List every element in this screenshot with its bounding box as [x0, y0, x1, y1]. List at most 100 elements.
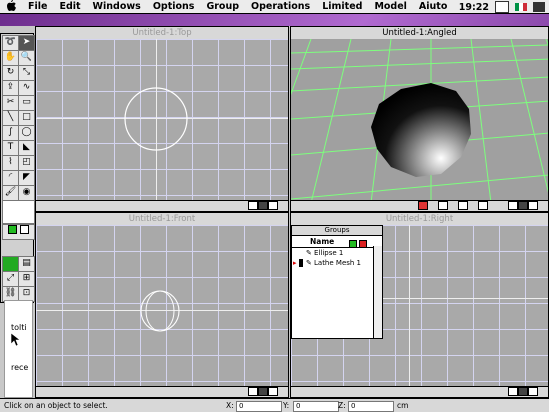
viewport-front-canvas[interactable] [36, 225, 288, 387]
lasso-tool-icon[interactable]: ➰ [2, 35, 19, 51]
menu-group[interactable]: Group [200, 1, 245, 12]
view-options-button[interactable] [528, 387, 538, 396]
group-item-lathe[interactable]: ▸ ✎ Lathe Mesh 1 [292, 258, 382, 268]
fillet-tool-icon[interactable]: ◜ [2, 170, 19, 186]
viewport-right-statusbar [291, 386, 548, 397]
rectangle-tool-icon[interactable]: □ [18, 110, 35, 126]
italy-flag-icon[interactable] [515, 3, 527, 11]
chamfer-tool-icon[interactable]: ◤ [18, 170, 35, 186]
layout-mode-icon[interactable]: ▤ [18, 256, 35, 272]
viewport-front[interactable]: Untitled-1:Front [35, 212, 289, 398]
paint-tool-icon[interactable]: 🖌 [2, 185, 19, 201]
ellipse-shape[interactable] [121, 84, 191, 154]
camera-tool-icon[interactable] [418, 201, 428, 210]
status-message: Click on an object to select. [4, 401, 108, 410]
menu-model[interactable]: Model [368, 1, 412, 12]
arrow-select-tool-icon[interactable]: ➤ [18, 35, 35, 51]
black-swatch-icon [299, 259, 303, 267]
line-tool-icon[interactable]: ╲ [2, 110, 19, 126]
view-mode-button[interactable] [248, 201, 258, 210]
unit-label: cm [397, 401, 409, 410]
align-icon[interactable]: ⊞ [18, 271, 35, 287]
menu-edit[interactable]: Edit [53, 1, 86, 12]
knife-tool-icon[interactable]: ✂ [2, 95, 19, 111]
hand-tool-icon[interactable]: ✋ [2, 50, 19, 66]
group-item-label: Ellipse 1 [314, 249, 344, 257]
view-mode-button[interactable] [248, 387, 258, 396]
pan-tool-icon[interactable] [478, 201, 488, 210]
viewport-angled-canvas[interactable] [291, 39, 548, 201]
groups-color-icon[interactable] [349, 240, 357, 248]
groups-header: Name [292, 236, 382, 248]
camera-tool-icon[interactable]: ◉ [18, 185, 35, 201]
y-field[interactable]: 0 [293, 401, 339, 412]
menu-file[interactable]: File [22, 1, 53, 12]
zoom-tool-icon[interactable] [438, 201, 448, 210]
perspective-grid [291, 39, 548, 201]
view-options-button[interactable] [268, 387, 278, 396]
app-icon[interactable] [495, 1, 509, 13]
render-mode-button[interactable] [518, 387, 528, 396]
viewport-top-canvas[interactable] [36, 39, 288, 201]
shading-mode-icon[interactable] [2, 256, 19, 272]
x-field[interactable]: 0 [236, 401, 282, 412]
sidebar-text-line1: tolti [11, 323, 27, 332]
polygon-tool-icon[interactable]: ◣ [18, 140, 35, 156]
x-label: X: [226, 401, 234, 410]
menu-limited[interactable]: Limited [316, 1, 368, 12]
view-mode-button[interactable] [508, 387, 518, 396]
groups-panel[interactable]: Groups Name ✎ Ellipse 1 ▸ ✎ Lathe Mesh 1 [291, 225, 383, 339]
menu-aiuto[interactable]: Aiuto [413, 1, 453, 12]
ellipse-tool-icon[interactable]: ◯ [18, 125, 35, 141]
sidebar-text-line2: rece [11, 363, 29, 372]
rotate-tool-icon[interactable]: ↻ [2, 65, 19, 81]
mouse-cursor-icon [11, 333, 21, 347]
menu-bar: File Edit Windows Options Group Operatio… [0, 0, 549, 14]
view-options-button[interactable] [528, 201, 538, 210]
render-buttons[interactable] [2, 224, 35, 240]
text-tool-icon[interactable]: T [2, 140, 19, 156]
pencil-icon: ✎ [306, 259, 312, 267]
application-menu-icon[interactable] [533, 2, 545, 12]
view-mode-button[interactable] [508, 201, 518, 210]
spline-tool-icon[interactable]: ∫ [2, 125, 19, 141]
group-item-ellipse[interactable]: ✎ Ellipse 1 [292, 248, 382, 258]
render-mode-button[interactable] [258, 387, 268, 396]
menu-windows[interactable]: Windows [87, 1, 147, 12]
lathe-mesh-object[interactable] [371, 83, 471, 177]
color-swatch[interactable] [2, 200, 35, 224]
sidebar-text-panel: tolti rece [4, 300, 33, 398]
viewport-angled-statusbar [291, 200, 548, 211]
transform-icon[interactable]: ⤢ [2, 271, 19, 287]
orbit-tool-icon[interactable] [458, 201, 468, 210]
render-mode-button[interactable] [258, 201, 268, 210]
scale-tool-icon[interactable]: ⤡ [18, 65, 35, 81]
menubar-clock[interactable]: 19:22 [459, 2, 489, 13]
groups-scrollbar[interactable] [373, 246, 382, 338]
mesh-tool-icon[interactable]: ◰ [18, 155, 35, 171]
menu-operations[interactable]: Operations [245, 1, 316, 12]
apple-icon[interactable] [0, 0, 22, 14]
view-options-button[interactable] [268, 201, 278, 210]
box-tool-icon[interactable]: ▭ [18, 95, 35, 111]
extrude-tool-icon[interactable]: ⇪ [2, 80, 19, 96]
groups-delete-icon[interactable] [359, 240, 367, 248]
y-label: Y: [283, 401, 290, 410]
viewport-top[interactable]: Untitled-1:Top [35, 26, 289, 212]
menu-options[interactable]: Options [147, 1, 201, 12]
groups-panel-title[interactable]: Groups [292, 226, 382, 236]
front-profile-shape[interactable] [136, 287, 186, 337]
render-mode-button[interactable] [518, 201, 528, 210]
zoom-tool-icon[interactable]: 🔍 [18, 50, 35, 66]
z-field[interactable]: 0 [348, 401, 394, 412]
viewport-front-title: Untitled-1:Front [128, 214, 196, 224]
group-item-label: Lathe Mesh 1 [314, 259, 362, 267]
lathe-tool-icon[interactable]: ⌇ [2, 155, 19, 171]
sweep-tool-icon[interactable]: ∿ [18, 80, 35, 96]
viewport-angled[interactable]: Untitled-1:Angled [290, 26, 549, 212]
pencil-icon: ✎ [306, 249, 312, 257]
viewport-top-statusbar [36, 200, 288, 211]
selected-arrow-icon: ▸ [293, 259, 297, 267]
groups-header-name: Name [310, 237, 335, 246]
z-label: Z: [338, 401, 346, 410]
